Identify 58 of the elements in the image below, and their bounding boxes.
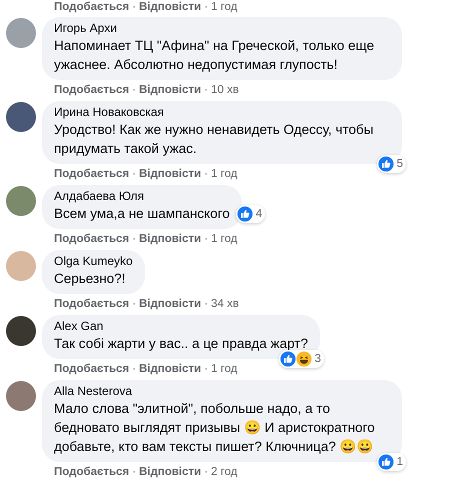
separator-dot: · [132,362,136,376]
reply-link[interactable]: Відповісти [138,232,202,246]
comment-text: Мало слова "элитной", побольше надо, а то бедновато выглядят призывы 😀 И аристократного добавьте, кто вам тексты пишет? Ключница? 😀😀 [54,400,376,456]
author-name[interactable]: Alex Gan [54,319,308,334]
reply-link[interactable]: Відповісти [138,465,202,479]
separator-dot: · [132,83,136,97]
separator-dot: · [204,297,208,311]
reply-link[interactable]: Відповісти [138,0,202,14]
comment-text: Уродство! Как же нужно ненавидеть Одессу, чтобы придумать такой ужас. [54,121,374,158]
thumbs-up-icon [378,156,394,172]
separator-dot: · [204,465,208,479]
like-link[interactable]: Подобається [54,167,130,181]
comment-time[interactable]: 2 год [210,465,238,479]
separator-dot: · [204,83,208,97]
reaction-count[interactable]: 1 [376,453,406,471]
reply-link[interactable]: Відповісти [138,167,202,181]
reply-link[interactable]: Відповісти [138,83,202,97]
comment-time[interactable]: 10 хв [210,83,239,97]
like-link[interactable]: Подобається [54,232,130,246]
separator-dot: · [204,167,208,181]
reaction-count[interactable]: 3 [278,350,324,368]
comment-time[interactable]: 1 год [210,167,238,181]
separator-dot: · [132,297,136,311]
comment-time[interactable]: 1 год [210,232,238,246]
comment-text: Напоминает ТЦ "Афина" на Греческой, только еще ужаснее. Абсолютно недопустимая глупость! [54,37,376,74]
thumbs-up-icon [280,351,296,367]
author-name[interactable]: Olga Kumeyko [54,254,133,269]
comment-text: Всем ума,а не шампанского [54,205,230,223]
avatar-photo[interactable] [6,102,36,132]
like-link[interactable]: Подобається [54,362,130,376]
author-name[interactable]: Алдабаева Юля [54,189,230,204]
separator-dot: · [204,0,208,14]
reaction-count[interactable]: 4 [236,205,266,223]
separator-dot: · [132,0,136,14]
laughing-face-icon [296,351,312,367]
comment-text: Так собі жарти у вас.. а це правда жарт? [54,335,308,353]
author-name[interactable]: Игорь Архи [54,21,390,36]
comment-time[interactable]: 1 год [210,0,238,14]
like-link[interactable]: Подобається [54,465,130,479]
separator-dot: · [204,232,208,246]
reaction-count[interactable]: 5 [376,155,406,173]
author-name[interactable]: Alla Nesterova [54,384,390,399]
comment-text: Серьезно?! [54,270,126,288]
separator-dot: · [132,232,136,246]
avatar-photo[interactable] [6,316,36,346]
like-link[interactable]: Подобається [54,83,130,97]
like-link[interactable]: Подобається [54,297,130,311]
like-link[interactable]: Подобається [54,0,130,14]
thumbs-up-icon [378,454,394,470]
author-name[interactable]: Ирина Новаковская [54,105,390,120]
thumbs-up-icon [236,206,253,222]
separator-dot: · [204,362,208,376]
reply-link[interactable]: Відповісти [138,362,202,376]
separator-dot: · [132,465,136,479]
comment-time[interactable]: 1 год [210,362,238,376]
separator-dot: · [132,167,136,181]
reply-link[interactable]: Відповісти [138,297,202,311]
comment-time[interactable]: 34 хв [210,297,239,311]
